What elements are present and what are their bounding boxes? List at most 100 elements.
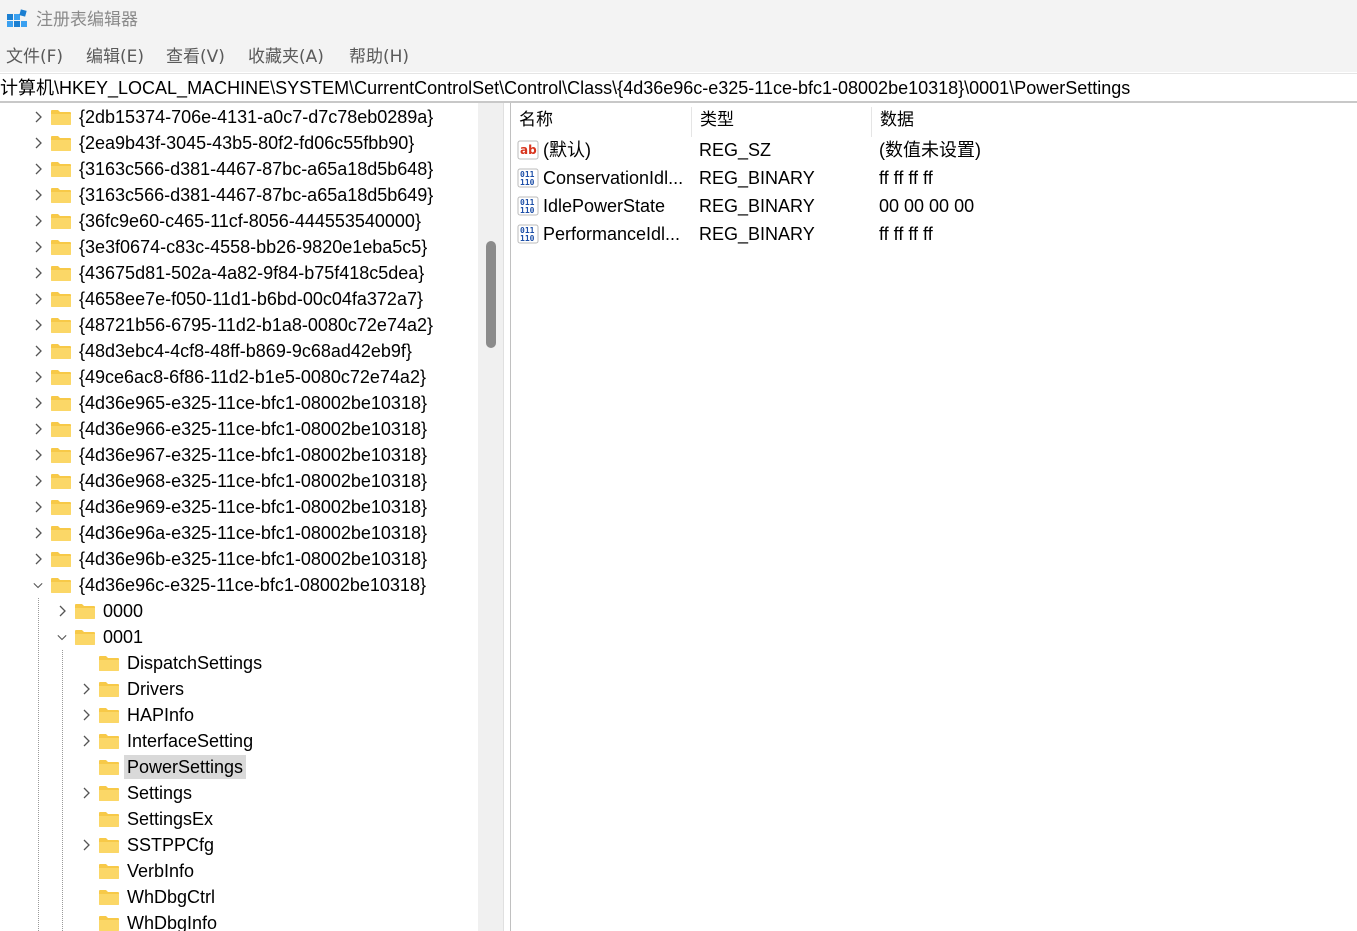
- tree-item[interactable]: SettingsEx: [78, 806, 216, 832]
- column-header-data[interactable]: 数据: [872, 107, 1172, 137]
- tree-item[interactable]: {4d36e965-e325-11ce-bfc1-08002be10318}: [30, 390, 430, 416]
- menu-file[interactable]: 文件(F): [6, 46, 63, 68]
- tree-item-label: Settings: [127, 783, 193, 803]
- tree-item[interactable]: PowerSettings: [78, 754, 247, 780]
- list-item[interactable]: ab (默认) REG_SZ (数值未设置): [511, 136, 1357, 164]
- chevron-right-icon[interactable]: [78, 728, 94, 754]
- chevron-right-icon[interactable]: [30, 286, 46, 312]
- address-path[interactable]: 计算机\HKEY_LOCAL_MACHINE\SYSTEM\CurrentCon…: [0, 77, 1130, 99]
- chevron-right-icon[interactable]: [30, 416, 46, 442]
- tree-item[interactable]: {49ce6ac8-6f86-11d2-b1e5-0080c72e74a2}: [30, 364, 429, 390]
- tree-item[interactable]: {4d36e966-e325-11ce-bfc1-08002be10318}: [30, 416, 430, 442]
- tree-item[interactable]: Drivers: [78, 676, 187, 702]
- tree-item-label: PowerSettings: [124, 755, 247, 779]
- tree-item[interactable]: Settings: [78, 780, 195, 806]
- tree-scrollbar-thumb[interactable]: [486, 241, 496, 348]
- chevron-right-icon[interactable]: [30, 234, 46, 260]
- tree-item[interactable]: {2db15374-706e-4131-a0c7-d7c78eb0289a}: [30, 104, 436, 130]
- tree-scrollbar[interactable]: [478, 103, 503, 931]
- tree-item-label: {4d36e969-e325-11ce-bfc1-08002be10318}: [79, 497, 427, 517]
- pane-splitter[interactable]: [503, 103, 511, 931]
- menu-help[interactable]: 帮助(H): [349, 46, 409, 68]
- tree-item[interactable]: {43675d81-502a-4a82-9f84-b75f418c5dea}: [30, 260, 427, 286]
- tree-item[interactable]: {36fc9e60-c465-11cf-8056-444553540000}: [30, 208, 424, 234]
- chevron-down-icon[interactable]: [54, 624, 70, 650]
- chevron-right-icon[interactable]: [78, 676, 94, 702]
- chevron-right-icon[interactable]: [30, 130, 46, 156]
- window-title: 注册表编辑器: [36, 10, 138, 30]
- tree-item[interactable]: {4d36e96c-e325-11ce-bfc1-08002be10318}: [30, 572, 429, 598]
- tree-item[interactable]: {4d36e96b-e325-11ce-bfc1-08002be10318}: [30, 546, 430, 572]
- folder-icon: [98, 810, 120, 828]
- tree-item[interactable]: 0000: [54, 598, 146, 624]
- chevron-right-icon[interactable]: [78, 780, 94, 806]
- chevron-right-icon[interactable]: [30, 156, 46, 182]
- folder-icon: [98, 732, 120, 750]
- list-item[interactable]: 011 110 PerformanceIdl... REG_BINARY ff ff f…: [511, 220, 1357, 248]
- folder-icon: [50, 108, 72, 126]
- chevron-right-icon[interactable]: [30, 546, 46, 572]
- title-bar: 注册表编辑器: [0, 0, 1357, 42]
- tree-item[interactable]: 0001: [54, 624, 146, 650]
- chevron-right-icon[interactable]: [54, 598, 70, 624]
- tree-item[interactable]: SSTPPCfg: [78, 832, 217, 858]
- tree-item-label: 0001: [103, 627, 144, 647]
- chevron-right-icon[interactable]: [30, 364, 46, 390]
- folder-icon: [50, 160, 72, 178]
- column-header-type[interactable]: 类型: [692, 107, 872, 137]
- menu-favorites[interactable]: 收藏夹(A): [248, 46, 324, 68]
- chevron-right-icon[interactable]: [30, 390, 46, 416]
- tree-item-label: 0000: [103, 601, 144, 621]
- chevron-right-icon[interactable]: [30, 104, 46, 130]
- chevron-right-icon[interactable]: [30, 260, 46, 286]
- folder-icon: [50, 238, 72, 256]
- key-tree[interactable]: {2db15374-706e-4131-a0c7-d7c78eb0289a} {2…: [0, 103, 478, 931]
- chevron-right-icon[interactable]: [30, 182, 46, 208]
- value-type: REG_SZ: [699, 140, 772, 160]
- column-header-name[interactable]: 名称: [511, 107, 692, 137]
- tree-item[interactable]: {3e3f0674-c83c-4558-bb26-9820e1eba5c5}: [30, 234, 430, 260]
- tree-item[interactable]: {2ea9b43f-3045-43b5-80f2-fd06c55fbb90}: [30, 130, 417, 156]
- tree-item[interactable]: {4d36e967-e325-11ce-bfc1-08002be10318}: [30, 442, 430, 468]
- tree-item[interactable]: {48721b56-6795-11d2-b1a8-0080c72e74a2}: [30, 312, 436, 338]
- chevron-right-icon[interactable]: [30, 494, 46, 520]
- tree-item[interactable]: {4d36e968-e325-11ce-bfc1-08002be10318}: [30, 468, 430, 494]
- tree-item[interactable]: {3163c566-d381-4467-87bc-a65a18d5b648}: [30, 156, 436, 182]
- tree-item[interactable]: DispatchSettings: [78, 650, 265, 676]
- value-data: 00 00 00 00: [879, 196, 975, 216]
- chevron-down-icon[interactable]: [30, 572, 46, 598]
- values-list[interactable]: 名称 类型 数据 ab (默认) REG_SZ (数值未设置) 011 110 Conser…: [511, 103, 1357, 931]
- chevron-right-icon[interactable]: [30, 520, 46, 546]
- chevron-right-icon[interactable]: [30, 312, 46, 338]
- folder-icon: [50, 186, 72, 204]
- chevron-right-icon[interactable]: [78, 832, 94, 858]
- tree-item[interactable]: {4d36e96a-e325-11ce-bfc1-08002be10318}: [30, 520, 430, 546]
- tree-item-label: {3e3f0674-c83c-4558-bb26-9820e1eba5c5}: [79, 237, 428, 257]
- tree-item[interactable]: {3163c566-d381-4467-87bc-a65a18d5b649}: [30, 182, 436, 208]
- string-value-icon: ab: [517, 139, 539, 161]
- tree-item[interactable]: {48d3ebc4-4cf8-48ff-b869-9c68ad42eb9f}: [30, 338, 415, 364]
- menu-edit[interactable]: 编辑(E): [86, 46, 144, 68]
- tree-item-label: SSTPPCfg: [127, 835, 215, 855]
- tree-item[interactable]: {4658ee7e-f050-11d1-b6bd-00c04fa372a7}: [30, 286, 426, 312]
- chevron-right-icon[interactable]: [30, 338, 46, 364]
- chevron-right-icon[interactable]: [30, 208, 46, 234]
- chevron-right-icon[interactable]: [30, 468, 46, 494]
- list-item[interactable]: 011 110 IdlePowerState REG_BINARY 00 00 00 0…: [511, 192, 1357, 220]
- menu-view[interactable]: 查看(V): [166, 46, 225, 68]
- tree-item[interactable]: {4d36e969-e325-11ce-bfc1-08002be10318}: [30, 494, 430, 520]
- tree-item[interactable]: HAPInfo: [78, 702, 197, 728]
- folder-icon: [50, 264, 72, 282]
- address-bar[interactable]: 计算机\HKEY_LOCAL_MACHINE\SYSTEM\CurrentCon…: [0, 73, 1357, 102]
- chevron-right-icon[interactable]: [30, 442, 46, 468]
- folder-icon: [98, 680, 120, 698]
- tree-item[interactable]: WhDbgCtrl: [78, 884, 218, 910]
- folder-icon: [50, 134, 72, 152]
- tree-item[interactable]: VerbInfo: [78, 858, 197, 884]
- chevron-right-icon[interactable]: [78, 702, 94, 728]
- tree-item[interactable]: InterfaceSetting: [78, 728, 256, 754]
- tree-item[interactable]: WhDbgInfo: [78, 910, 220, 931]
- tree-item-label: WhDbgCtrl: [127, 887, 216, 907]
- list-item[interactable]: 011 110 ConservationIdl... REG_BINARY ff ff …: [511, 164, 1357, 192]
